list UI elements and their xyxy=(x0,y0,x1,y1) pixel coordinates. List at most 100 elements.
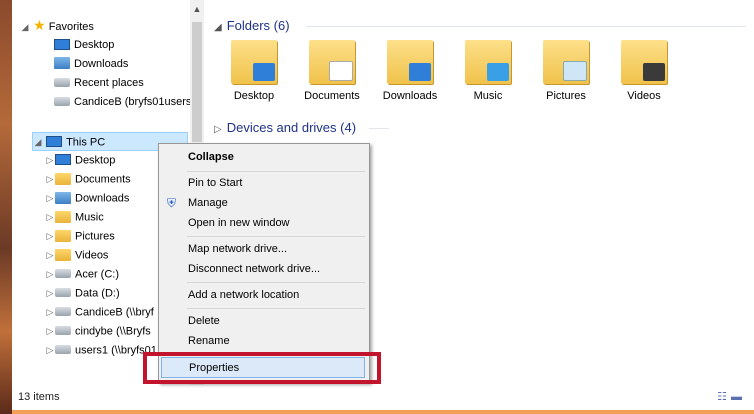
admin-shield-icon: ⛨ xyxy=(167,196,177,210)
nav-fav-network-user[interactable]: CandiceB (bryfs01users xyxy=(54,93,190,112)
network-drive-icon xyxy=(55,307,71,316)
nav-item-label: Documents xyxy=(75,173,131,186)
desktop-folder-icon xyxy=(231,40,277,84)
menu-separator xyxy=(187,236,365,237)
menu-item-disconnect-network-drive[interactable]: Disconnect network drive... xyxy=(161,259,365,280)
nav-pc-documents[interactable]: ▷ Documents xyxy=(45,170,131,189)
file-explorer-window: ◢ ★ Favorites Desktop Downloads Recent p… xyxy=(12,0,754,414)
menu-item-label: Manage xyxy=(188,197,228,209)
nav-pc-music[interactable]: ▷ Music xyxy=(45,208,104,227)
desktop-icon xyxy=(55,154,71,165)
pictures-icon xyxy=(55,229,71,242)
nav-item-label: Data (D:) xyxy=(75,287,120,300)
menu-item-add-network-location[interactable]: Add a network location xyxy=(161,285,365,306)
nav-pc-videos[interactable]: ▷ Videos xyxy=(45,246,108,265)
nav-pc-net-cindybe[interactable]: ▷ cindybe (\\Bryfs xyxy=(45,322,151,341)
expand-arrow-icon[interactable]: ▷ xyxy=(45,341,55,360)
star-icon: ★ xyxy=(33,17,46,33)
expand-arrow-icon[interactable]: ▷ xyxy=(45,284,55,303)
menu-item-map-network-drive[interactable]: Map network drive... xyxy=(161,239,365,260)
desktop-background-strip xyxy=(0,0,12,414)
context-menu: Collapse Pin to Start ⛨ Manage Open in n… xyxy=(158,143,370,383)
expand-arrow-icon[interactable]: ▷ xyxy=(45,322,55,341)
nav-fav-desktop[interactable]: Desktop xyxy=(54,36,114,55)
nav-pc-net-users1[interactable]: ▷ users1 (\\bryfs01 xyxy=(45,341,157,360)
menu-separator xyxy=(187,308,365,309)
collapse-caret-icon: ◢ xyxy=(214,22,222,33)
menu-item-pin-to-start[interactable]: Pin to Start xyxy=(161,173,365,194)
downloads-icon xyxy=(55,191,71,204)
folder-tile-documents[interactable]: Documents xyxy=(296,40,368,102)
videos-folder-icon xyxy=(621,40,667,84)
nav-this-pc-label: This PC xyxy=(66,136,106,149)
devices-group-header[interactable]: ▷ Devices and drives (4) xyxy=(214,119,389,137)
folder-tile-videos[interactable]: Videos xyxy=(608,40,680,102)
view-toggle-icons[interactable]: ☷▬ xyxy=(717,390,746,403)
documents-icon xyxy=(55,172,71,185)
nav-item-label: Recent places xyxy=(74,77,144,89)
header-divider xyxy=(306,26,746,27)
nav-pc-pictures[interactable]: ▷ Pictures xyxy=(45,227,115,246)
folder-tile-music[interactable]: Music xyxy=(452,40,524,102)
hard-drive-icon xyxy=(55,288,71,297)
network-drive-icon xyxy=(55,345,71,354)
computer-icon xyxy=(46,136,63,147)
nav-item-label: Music xyxy=(75,211,104,224)
documents-folder-icon xyxy=(309,40,355,84)
folder-tile-desktop[interactable]: Desktop xyxy=(218,40,290,102)
nav-pc-downloads[interactable]: ▷ Downloads xyxy=(45,189,129,208)
menu-item-manage[interactable]: ⛨ Manage xyxy=(161,193,365,214)
network-drive-icon xyxy=(54,96,70,106)
expand-arrow-icon[interactable]: ▷ xyxy=(45,208,55,227)
collapse-arrow-icon[interactable]: ◢ xyxy=(33,133,43,152)
nav-favorites[interactable]: ◢ ★ Favorites xyxy=(20,16,94,35)
music-icon xyxy=(55,210,71,223)
folders-group-header[interactable]: ◢ Folders (6) xyxy=(214,17,746,35)
highlight-box xyxy=(143,352,381,384)
videos-icon xyxy=(55,248,71,261)
folder-label: Music xyxy=(473,90,503,102)
scrollbar-thumb[interactable] xyxy=(192,22,202,142)
menu-item-open-new-window[interactable]: Open in new window xyxy=(161,213,365,234)
scroll-up-arrow-icon[interactable]: ▲ xyxy=(190,4,204,14)
expand-arrow-icon[interactable]: ▷ xyxy=(45,246,55,265)
folder-label: Pictures xyxy=(546,90,586,102)
nav-pc-net-candiceb[interactable]: ▷ CandiceB (\\bryf xyxy=(45,303,154,322)
devices-header-label: Devices and drives (4) xyxy=(226,120,357,135)
folder-label: Downloads xyxy=(382,90,438,102)
expand-caret-icon: ▷ xyxy=(214,124,222,135)
folders-header-label: Folders (6) xyxy=(226,18,290,33)
expand-arrow-icon[interactable]: ▷ xyxy=(45,151,55,170)
expand-arrow-icon[interactable]: ◢ xyxy=(20,18,30,37)
folder-tile-downloads[interactable]: Downloads xyxy=(374,40,446,102)
status-bar-count: 13 items xyxy=(18,391,60,403)
expand-arrow-icon[interactable]: ▷ xyxy=(45,227,55,246)
nav-item-label: Desktop xyxy=(75,154,116,167)
windows-drive-icon xyxy=(55,269,71,278)
folder-label: Videos xyxy=(627,90,661,102)
nav-item-label: CandiceB (bryfs01users xyxy=(74,96,190,108)
expand-arrow-icon[interactable]: ▷ xyxy=(45,303,55,322)
expand-arrow-icon[interactable]: ▷ xyxy=(45,170,55,189)
nav-item-label: Downloads xyxy=(74,58,129,70)
folder-tile-pictures[interactable]: Pictures xyxy=(530,40,602,102)
nav-pc-desktop[interactable]: ▷ Desktop xyxy=(45,151,115,170)
expand-arrow-icon[interactable]: ▷ xyxy=(45,265,55,284)
window-bottom-border xyxy=(12,410,754,414)
nav-fav-recent[interactable]: Recent places xyxy=(54,74,144,93)
nav-fav-downloads[interactable]: Downloads xyxy=(54,55,128,74)
folder-label: Documents xyxy=(304,90,360,102)
nav-pc-drive-c[interactable]: ▷ Acer (C:) xyxy=(45,265,119,284)
nav-item-label: CandiceB (\\bryf xyxy=(75,306,154,319)
nav-favorites-label: Favorites xyxy=(48,21,94,33)
header-divider xyxy=(369,128,389,129)
menu-item-delete[interactable]: Delete xyxy=(161,311,365,332)
menu-separator xyxy=(187,171,365,172)
expand-arrow-icon[interactable]: ▷ xyxy=(45,189,55,208)
menu-item-rename[interactable]: Rename xyxy=(161,331,365,352)
downloads-icon xyxy=(54,57,70,70)
menu-item-collapse[interactable]: Collapse xyxy=(161,147,365,168)
nav-item-label: Pictures xyxy=(75,230,115,243)
nav-item-label: Videos xyxy=(75,249,109,262)
nav-pc-drive-d[interactable]: ▷ Data (D:) xyxy=(45,284,120,303)
